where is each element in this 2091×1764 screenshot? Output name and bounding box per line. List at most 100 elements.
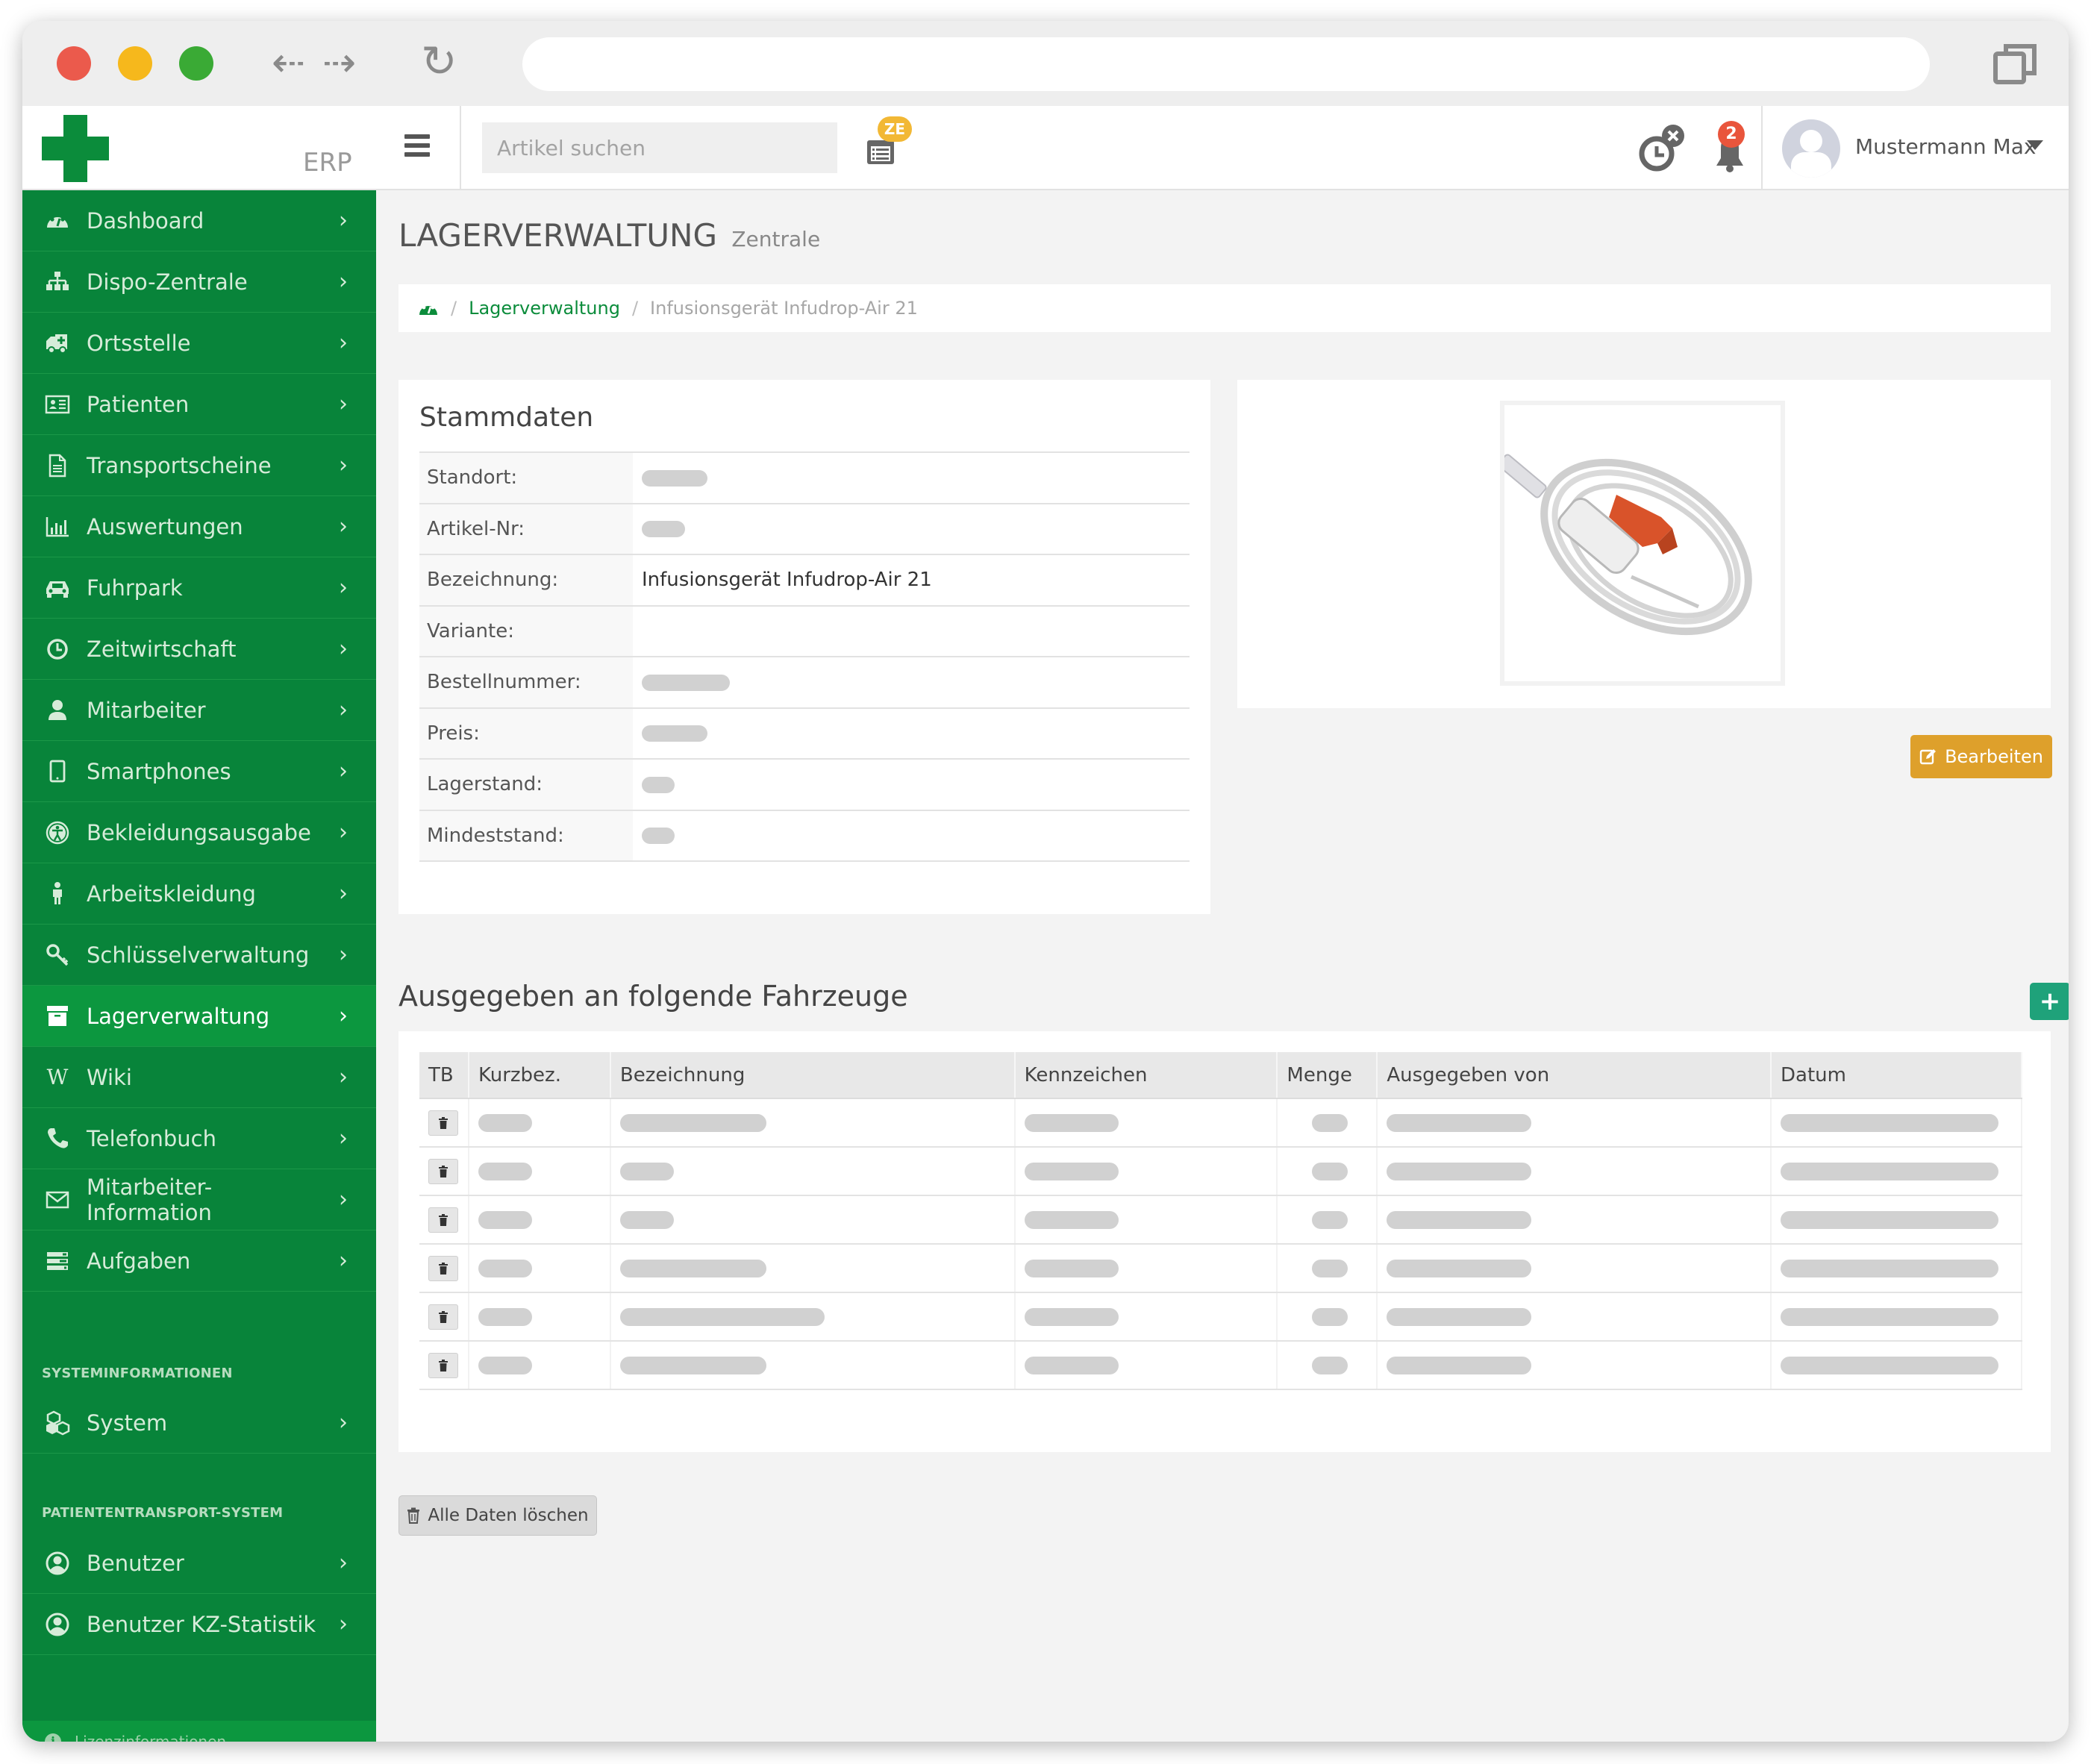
sidebar-item-mitarbeiter-information[interactable]: Mitarbeiter-Information ›: [22, 1169, 376, 1230]
caret-down-icon[interactable]: [2027, 140, 2043, 150]
sidebar-item-mitarbeiter[interactable]: Mitarbeiter ›: [22, 680, 376, 741]
product-image: [1498, 401, 1785, 686]
sidebar-item-zeitwirtschaft[interactable]: Zeitwirtschaft ›: [22, 619, 376, 680]
chevron-right-icon: ›: [339, 575, 348, 601]
user-circle-icon: [39, 1612, 76, 1637]
redacted-kurzbez: [478, 1307, 532, 1326]
phone-icon: [48, 1127, 68, 1148]
menu-icon[interactable]: [404, 134, 430, 157]
user-avatar-icon[interactable]: [1782, 119, 1840, 178]
sidebar-item-wiki[interactable]: W Wiki ›: [22, 1047, 376, 1108]
edit-button[interactable]: Bearbeiten: [1910, 735, 2052, 778]
chevron-right-icon: ›: [339, 330, 348, 356]
chevron-right-icon: ›: [339, 758, 348, 784]
forward-arrow-icon[interactable]: ⇢: [322, 40, 356, 85]
sidebar-item-system[interactable]: System ›: [22, 1392, 376, 1454]
redacted-datum: [1780, 1113, 1998, 1132]
license-info-label: Lizenzinformationen: [75, 1732, 227, 1742]
sidebar-item-lagerverwaltung[interactable]: Lagerverwaltung ›: [22, 986, 376, 1047]
column-header-tb[interactable]: TB: [419, 1052, 469, 1099]
sidebar-item-auswertungen[interactable]: Auswertungen ›: [22, 496, 376, 557]
svg-text:W: W: [47, 1065, 69, 1089]
column-header-kurzbez[interactable]: Kurzbez.: [468, 1052, 611, 1099]
redacted-kurzbez: [478, 1356, 532, 1374]
tablet-icon: [49, 760, 66, 782]
redacted-menge: [1312, 1162, 1348, 1180]
url-bar[interactable]: [522, 37, 1930, 91]
sidebar-item-benutzer-kz-statistik[interactable]: Benutzer KZ-Statistik ›: [22, 1594, 376, 1655]
sidebar-item-bekleidungsausgabe[interactable]: Bekleidungsausgabe ›: [22, 802, 376, 863]
clear-all-data-button[interactable]: Alle Daten löschen: [398, 1495, 597, 1536]
license-info-link[interactable]: i Lizenzinformationen: [22, 1721, 376, 1742]
delete-row-button[interactable]: [428, 1304, 458, 1330]
sidebar-item-fuhrpark[interactable]: Fuhrpark ›: [22, 557, 376, 619]
user-icon: [39, 698, 76, 723]
sidebar-item-patienten[interactable]: Patienten ›: [22, 374, 376, 435]
kurzbez-cell: [468, 1292, 611, 1342]
clock-icon: [47, 638, 68, 660]
kennzeichen-cell: [1014, 1292, 1278, 1342]
redacted-kurzbez: [478, 1113, 532, 1132]
redacted-menge: [1312, 1307, 1348, 1326]
delete-row-button[interactable]: [428, 1255, 458, 1281]
clock-cancel-icon[interactable]: [1634, 122, 1694, 175]
sidebar-item-smartphones[interactable]: Smartphones ›: [22, 741, 376, 802]
close-window-button[interactable]: [57, 46, 91, 81]
sidebar-item-telefonbuch[interactable]: Telefonbuch ›: [22, 1108, 376, 1169]
bar-chart-icon: [39, 514, 76, 539]
sitemap-icon: [46, 271, 69, 290]
user-name[interactable]: Mustermann Max: [1855, 134, 2036, 159]
delete-row-button[interactable]: [428, 1207, 458, 1233]
bezeichnung-cell: [610, 1244, 1016, 1293]
tabs-overview-icon[interactable]: [1992, 42, 2037, 87]
cross-logo-icon[interactable]: [42, 115, 109, 182]
trash-icon: [439, 1359, 448, 1372]
sidebar-item-transportscheine[interactable]: Transportscheine ›: [22, 435, 376, 496]
column-header-ausgegeben-von[interactable]: Ausgegeben von: [1377, 1052, 1772, 1099]
ausgegeben-von-cell: [1377, 1292, 1772, 1342]
redacted-kennzeichen: [1024, 1356, 1119, 1374]
chevron-right-icon: ›: [339, 819, 348, 845]
browser-window: ⇠ ⇢ ↻ ERP ZE: [22, 21, 2069, 1742]
kurzbez-cell: [468, 1098, 611, 1148]
sidebar-item-dashboard[interactable]: Dashboard ›: [22, 190, 376, 251]
datum-cell: [1770, 1147, 2023, 1196]
sidebar-item-arbeitskleidung[interactable]: Arbeitskleidung ›: [22, 863, 376, 925]
add-vehicle-button[interactable]: +: [2030, 983, 2069, 1020]
sidebar-item-label: Arbeitskleidung: [87, 881, 256, 907]
stammdaten-value-cell: [633, 707, 1190, 760]
article-search-input[interactable]: [482, 122, 837, 173]
tasks-icon: [47, 1251, 68, 1270]
maximize-window-button[interactable]: [179, 46, 213, 81]
chevron-right-icon: ›: [339, 881, 348, 907]
dashboard-gauge-icon[interactable]: [418, 298, 439, 318]
chevron-right-icon: ›: [339, 697, 348, 723]
sidebar-item-label: Aufgaben: [87, 1248, 191, 1274]
delete-row-button[interactable]: [428, 1352, 458, 1378]
dashboard-gauge-icon: [39, 208, 76, 234]
reload-icon[interactable]: ↻: [421, 37, 457, 85]
vehicles-section-title: Ausgegeben an folgende Fahrzeuge: [398, 980, 908, 1013]
redacted-kennzeichen: [1024, 1307, 1119, 1326]
stammdaten-label: Mindeststand:: [419, 810, 633, 862]
stammdaten-row: Standort:: [419, 452, 1190, 504]
delete-row-button[interactable]: [428, 1158, 458, 1184]
breadcrumb-lagerverwaltung-link[interactable]: Lagerverwaltung: [469, 298, 620, 319]
sidebar-item-aufgaben[interactable]: Aufgaben ›: [22, 1230, 376, 1292]
sidebar-item-label: Transportscheine: [87, 452, 272, 478]
column-header-datum[interactable]: Datum: [1770, 1052, 2023, 1099]
chevron-right-icon: ›: [339, 207, 348, 234]
delete-row-button[interactable]: [428, 1110, 458, 1136]
minimize-window-button[interactable]: [118, 46, 152, 81]
column-header-bezeichnung[interactable]: Bezeichnung: [610, 1052, 1016, 1099]
sidebar-item-benutzer[interactable]: Benutzer ›: [22, 1533, 376, 1594]
sidebar-item-schlüsselverwaltung[interactable]: Schlüsselverwaltung ›: [22, 925, 376, 986]
back-arrow-icon[interactable]: ⇠: [272, 40, 305, 85]
sidebar-item-ortsstelle[interactable]: Ortsstelle ›: [22, 313, 376, 374]
sidebar-item-dispo-zentrale[interactable]: Dispo-Zentrale ›: [22, 251, 376, 313]
redacted-kennzeichen: [1024, 1113, 1119, 1132]
infusion-set-image: [1498, 454, 1752, 636]
column-header-kennzeichen[interactable]: Kennzeichen: [1014, 1052, 1278, 1099]
ambulance-icon: [39, 331, 76, 356]
column-header-menge[interactable]: Menge: [1277, 1052, 1378, 1099]
